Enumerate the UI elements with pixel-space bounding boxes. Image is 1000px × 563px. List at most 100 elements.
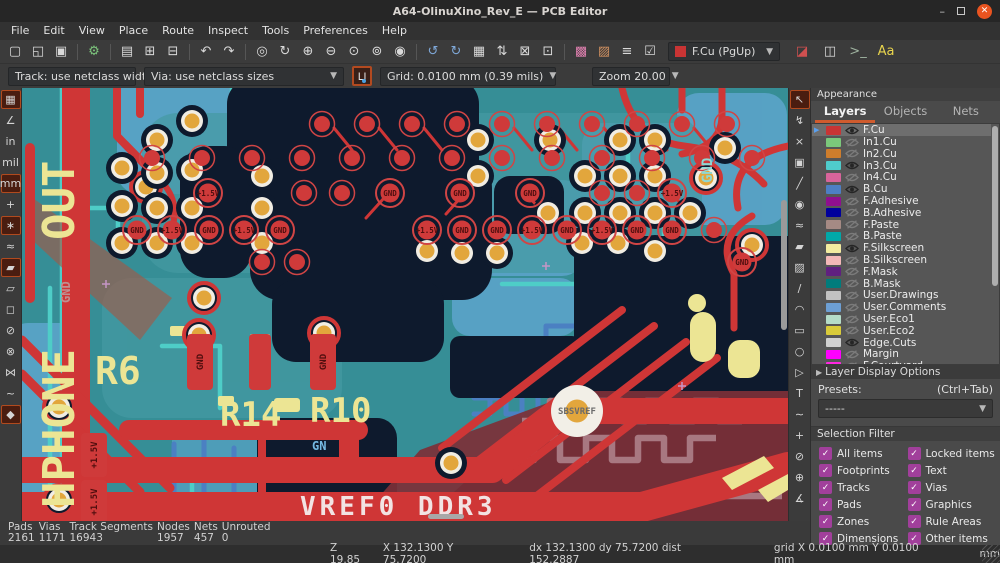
layer-row[interactable]: User.Drawings — [812, 290, 991, 302]
layer-visibility-eye-icon[interactable] — [845, 232, 859, 241]
layer-visibility-eye-icon[interactable] — [845, 185, 859, 194]
checkbox-checked-icon[interactable] — [819, 447, 832, 460]
track-width-dropdown[interactable]: Track: use netclass width ▼ — [8, 67, 136, 86]
add-text-tool[interactable]: T — [790, 384, 810, 403]
appearance-tab[interactable]: Objects — [875, 101, 935, 123]
save-board-button[interactable]: ▣ — [50, 42, 72, 62]
drc-checker-button[interactable]: ☑ — [639, 42, 661, 62]
maximize-button[interactable] — [957, 7, 965, 15]
checkbox-checked-icon[interactable] — [908, 447, 921, 460]
measure-tool[interactable]: ∡ — [790, 489, 810, 508]
zone-fill-mode-button[interactable]: ▰ — [1, 258, 21, 277]
layer-row[interactable]: In3.Cu — [812, 160, 991, 172]
layer-visibility-eye-icon[interactable] — [845, 315, 859, 324]
page-settings-button[interactable]: ▤ — [116, 42, 138, 62]
separator[interactable] — [77, 44, 78, 60]
local-ratsnest-tool[interactable]: × — [790, 132, 810, 151]
checkbox-checked-icon[interactable] — [908, 515, 921, 528]
print-button[interactable]: ⊞ — [139, 42, 161, 62]
layer-pair-indicator[interactable]: ◪ — [791, 42, 813, 62]
text-variables-button[interactable]: Aa — [875, 42, 897, 62]
layer-row[interactable]: In2.Cu — [812, 148, 991, 160]
menu-item[interactable]: Route — [155, 22, 201, 40]
layer-row[interactable]: F.Silkscreen — [812, 242, 991, 254]
selection-filter-item[interactable]: Rule Areas — [908, 515, 997, 528]
layer-color-swatch[interactable] — [826, 126, 841, 135]
layer-row[interactable]: F.Courtyard — [812, 360, 991, 365]
separator[interactable] — [245, 44, 246, 60]
layer-color-swatch[interactable] — [826, 149, 841, 158]
track-display-mode-toggle[interactable]: ⋈ — [1, 363, 21, 382]
layer-row[interactable]: B.Paste — [812, 231, 991, 243]
add-rule-area-tool[interactable]: ▨ — [790, 258, 810, 277]
selection-filter-item[interactable]: Footprints — [819, 464, 908, 477]
layer-visibility-eye-icon[interactable] — [845, 303, 859, 312]
draw-polygon-tool[interactable]: ▷ — [790, 363, 810, 382]
menu-item[interactable]: Inspect — [201, 22, 255, 40]
special-tools-button[interactable]: ▨ — [593, 42, 615, 62]
units-mils-button[interactable]: mil — [1, 153, 21, 172]
selection-filter-item[interactable]: Tracks — [819, 481, 908, 494]
selection-filter-item[interactable]: All items — [819, 447, 908, 460]
group-items-button[interactable]: ▩ — [570, 42, 592, 62]
close-button[interactable]: ✕ — [977, 4, 992, 19]
checkbox-checked-icon[interactable] — [819, 515, 832, 528]
checkbox-checked-icon[interactable] — [908, 481, 921, 494]
layer-visibility-eye-icon[interactable] — [845, 362, 859, 366]
via-display-mode-toggle[interactable]: ⊘ — [1, 321, 21, 340]
redo-button[interactable]: ↷ — [218, 42, 240, 62]
zone-outline-mode-button[interactable]: ▱ — [1, 279, 21, 298]
select-tool[interactable]: ↖ — [790, 90, 810, 109]
add-dimension-tool[interactable]: + — [790, 426, 810, 445]
ratsnest-visibility-toggle[interactable]: ∗ — [1, 216, 21, 235]
menu-item[interactable]: Place — [112, 22, 155, 40]
checkbox-checked-icon[interactable] — [819, 464, 832, 477]
layer-visibility-eye-icon[interactable] — [845, 220, 859, 229]
layer-visibility-eye-icon[interactable] — [845, 161, 859, 170]
layer-color-swatch[interactable] — [826, 138, 841, 147]
new-board-button[interactable]: ▢ — [4, 42, 26, 62]
checkbox-checked-icon[interactable] — [908, 464, 921, 477]
layer-color-swatch[interactable] — [826, 173, 841, 182]
layer-color-swatch[interactable] — [826, 267, 841, 276]
checkbox-checked-icon[interactable] — [819, 498, 832, 511]
zoom-fit-board-button[interactable]: ⊙ — [343, 42, 365, 62]
net-inspector-button[interactable]: ≡ — [616, 42, 638, 62]
ratsnest-curved-toggle[interactable]: ≈ — [1, 237, 21, 256]
presets-dropdown[interactable]: ----- ▼ — [818, 399, 993, 418]
crosshair-style-toggle[interactable]: + — [1, 195, 21, 214]
footprint-checker-button[interactable]: ▦ — [468, 42, 490, 62]
menu-item[interactable]: Preferences — [296, 22, 375, 40]
layer-color-swatch[interactable] — [826, 220, 841, 229]
layer-color-swatch[interactable] — [826, 161, 841, 170]
footprint-editor-button[interactable]: ◫ — [819, 42, 841, 62]
canvas-horizontal-scrollbar[interactable] — [428, 514, 464, 519]
rotate-cw-button[interactable]: ↻ — [445, 42, 467, 62]
layer-visibility-eye-icon[interactable] — [845, 338, 859, 347]
add-footprint-tool[interactable]: ▣ — [790, 153, 810, 172]
zone-hide-mode-button[interactable]: ◻ — [1, 300, 21, 319]
layer-row[interactable]: User.Comments — [812, 301, 991, 313]
draw-circle-tool[interactable]: ○ — [790, 342, 810, 361]
layer-row[interactable]: F.Paste — [812, 219, 991, 231]
canvas-vertical-scrollbar[interactable] — [781, 200, 787, 330]
separator[interactable] — [110, 44, 111, 60]
layer-color-swatch[interactable] — [826, 291, 841, 300]
lock-button[interactable]: ⊠ — [514, 42, 536, 62]
selection-filter-item[interactable]: Vias — [908, 481, 997, 494]
layer-row[interactable]: In4.Cu — [812, 172, 991, 184]
curved-tracks-toggle[interactable]: ~ — [1, 384, 21, 403]
net-highlight-tool[interactable]: ↯ — [790, 111, 810, 130]
layer-visibility-eye-icon[interactable] — [845, 149, 859, 158]
via-size-dropdown[interactable]: Via: use netclass sizes ▼ — [144, 67, 344, 86]
auto-track-width-toggle[interactable]: ⊔ — [352, 66, 372, 86]
layer-list-scrollbar[interactable] — [992, 126, 998, 286]
layer-row[interactable]: Edge.Cuts — [812, 337, 991, 349]
layer-row[interactable]: F.Adhesive — [812, 195, 991, 207]
menu-item[interactable]: View — [72, 22, 112, 40]
layer-color-swatch[interactable] — [826, 244, 841, 253]
units-mm-button[interactable]: mm — [1, 174, 21, 193]
layer-row[interactable]: B.Adhesive — [812, 207, 991, 219]
selection-filter-item[interactable]: Zones — [819, 515, 908, 528]
units-inches-button[interactable]: in — [1, 132, 21, 151]
